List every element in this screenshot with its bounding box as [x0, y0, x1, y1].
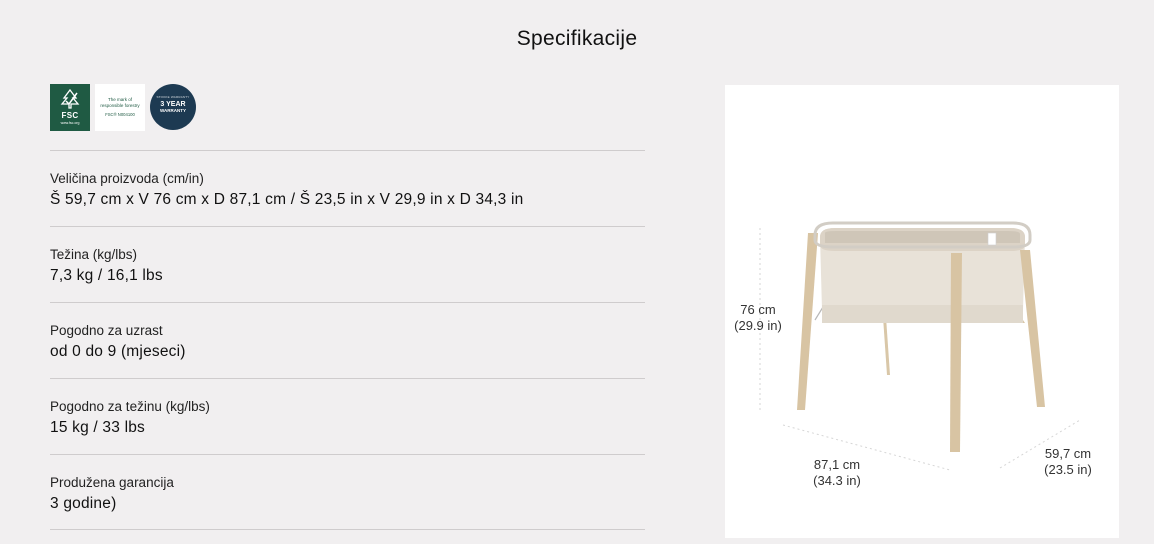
spec-label: Pogodno za težinu (kg/lbs)	[50, 399, 210, 414]
warranty-main-text: 3 YEAR	[160, 101, 186, 108]
warranty-sub-text: WARRANTY	[160, 108, 186, 113]
fsc-license: FSC® N004100	[105, 112, 135, 118]
fsc-url: www.fsc.org	[60, 121, 80, 125]
spec-item-weight: Težina (kg/lbs) 7,3 kg / 16,1 lbs	[50, 226, 645, 302]
spec-value: 7,3 kg / 16,1 lbs	[50, 267, 163, 284]
height-dimension-label: 76 cm (29.9 in)	[727, 302, 789, 334]
spec-value: Š 59,7 cm x V 76 cm x D 87,1 cm / Š 23,5…	[50, 191, 524, 208]
spec-item-size: Veličina proizvoda (cm/in) Š 59,7 cm x V…	[50, 150, 645, 226]
width-dimension-label: 59,7 cm (23.5 in)	[1035, 446, 1101, 478]
width-cm: 59,7 cm	[1044, 446, 1092, 461]
spec-item-age: Pogodno za uzrast od 0 do 9 (mjeseci)	[50, 302, 645, 378]
spec-list: Veličina proizvoda (cm/in) Š 59,7 cm x V…	[50, 150, 645, 530]
fsc-label-line2: responsible forestry	[100, 102, 140, 108]
width-in: (23.5 in)	[1044, 462, 1092, 477]
fsc-label: The mark of responsible forestry FSC® N0…	[95, 84, 145, 131]
spec-label: Težina (kg/lbs)	[50, 247, 138, 262]
spec-label: Veličina proizvoda (cm/in)	[50, 171, 204, 186]
product-image: 76 cm (29.9 in) 87,1 cm (34.3 in) 59,7 c…	[725, 85, 1119, 538]
length-dimension-label: 87,1 cm (34.3 in)	[803, 457, 871, 489]
warranty-top-text: STOKKE WARRANTY	[156, 95, 190, 99]
spec-value: 3 godine)	[50, 495, 117, 512]
section-title: Specifikacije	[516, 27, 638, 50]
fsc-logo: FSC www.fsc.org	[50, 84, 90, 131]
spec-item-warranty: Produžena garancija 3 godine)	[50, 454, 645, 530]
spec-value: 15 kg / 33 lbs	[50, 419, 145, 436]
length-cm: 87,1 cm	[813, 457, 861, 472]
fsc-logo-text: FSC	[61, 111, 79, 120]
length-in: (34.3 in)	[813, 473, 861, 488]
spec-item-max-weight: Pogodno za težinu (kg/lbs) 15 kg / 33 lb…	[50, 378, 645, 454]
warranty-badge: STOKKE WARRANTY 3 YEAR WARRANTY	[150, 84, 196, 130]
spec-value: od 0 do 9 (mjeseci)	[50, 343, 186, 360]
spec-label: Produžena garancija	[50, 475, 174, 490]
spec-label: Pogodno za uzrast	[50, 323, 163, 338]
tree-check-icon	[60, 88, 80, 109]
height-cm: 76 cm	[740, 302, 776, 317]
height-in: (29.9 in)	[734, 318, 782, 333]
